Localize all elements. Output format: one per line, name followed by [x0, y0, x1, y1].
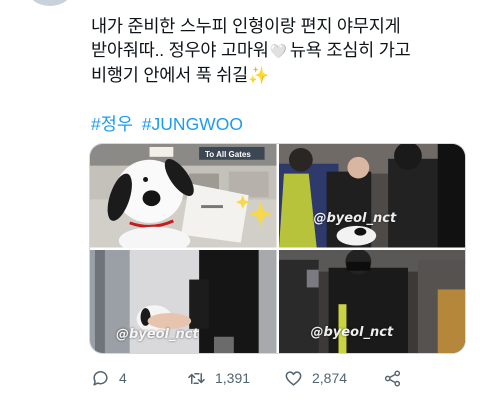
retweet-count: 1,391 [215, 370, 251, 386]
share-button[interactable] [383, 369, 402, 388]
like-count: 2,874 [312, 370, 348, 386]
tweet-text-line-3: 비행기 안에서 푹 쉬길✨ [91, 63, 461, 88]
tweet-text-line-2: 받아줘따.. 정우야 고마워🤍 뉴욕 조심히 가고 [91, 38, 461, 63]
photo-3-holding-plush[interactable]: @byeol_nct [90, 249, 277, 353]
airport-sign-text: To All Gates [205, 150, 251, 159]
photo-1-snoopy[interactable]: To All Gates [90, 144, 277, 248]
tweet-text-segment: 비행기 안에서 푹 쉬길 [91, 65, 249, 85]
white-heart-emoji-icon: 🤍 [269, 43, 287, 59]
reply-count: 4 [119, 370, 127, 386]
heart-icon [285, 370, 302, 386]
share-icon [384, 370, 401, 386]
reply-icon [93, 370, 108, 386]
avatar[interactable] [28, 0, 72, 6]
tweet-text-segment: 뉴욕 조심히 가고 [289, 40, 411, 60]
media-grid: To All Gates @byeol_nct @byeol_nct @byeo… [89, 143, 466, 354]
photo-2-image [278, 144, 465, 248]
retweet-icon [188, 372, 205, 384]
watermark-text: @byeol_nct [313, 211, 397, 226]
sparkles-emoji-icon: ✨ [248, 66, 270, 85]
photo-2-crowd[interactable]: @byeol_nct [278, 144, 465, 248]
tweet-text: 내가 준비한 스누피 인형이랑 편지 야무지게 받아줘따.. 정우야 고마워🤍 뉴… [91, 14, 461, 88]
photo-1-image [90, 144, 277, 248]
like-button[interactable]: 2,874 [284, 369, 347, 388]
tweet-text-segment: 받아줘따.. 정우야 고마워 [91, 40, 269, 60]
photo-4-walking[interactable]: @byeol_nct [278, 249, 465, 353]
tweet-text-line-1: 내가 준비한 스누피 인형이랑 편지 야무지게 [91, 16, 401, 36]
hashtag-jungwoo[interactable]: #JUNGWOO [142, 114, 243, 134]
reply-button[interactable]: 4 [91, 369, 127, 388]
watermark-text: @byeol_nct [116, 326, 199, 342]
retweet-button[interactable]: 1,391 [187, 369, 250, 388]
tweet-actions: 4 1,391 2,874 [91, 366, 421, 390]
hashtags: #정우 #JUNGWOO [91, 112, 247, 136]
watermark-text: @byeol_nct [310, 324, 394, 340]
hashtag-jeongwoo[interactable]: #정우 [91, 114, 133, 134]
